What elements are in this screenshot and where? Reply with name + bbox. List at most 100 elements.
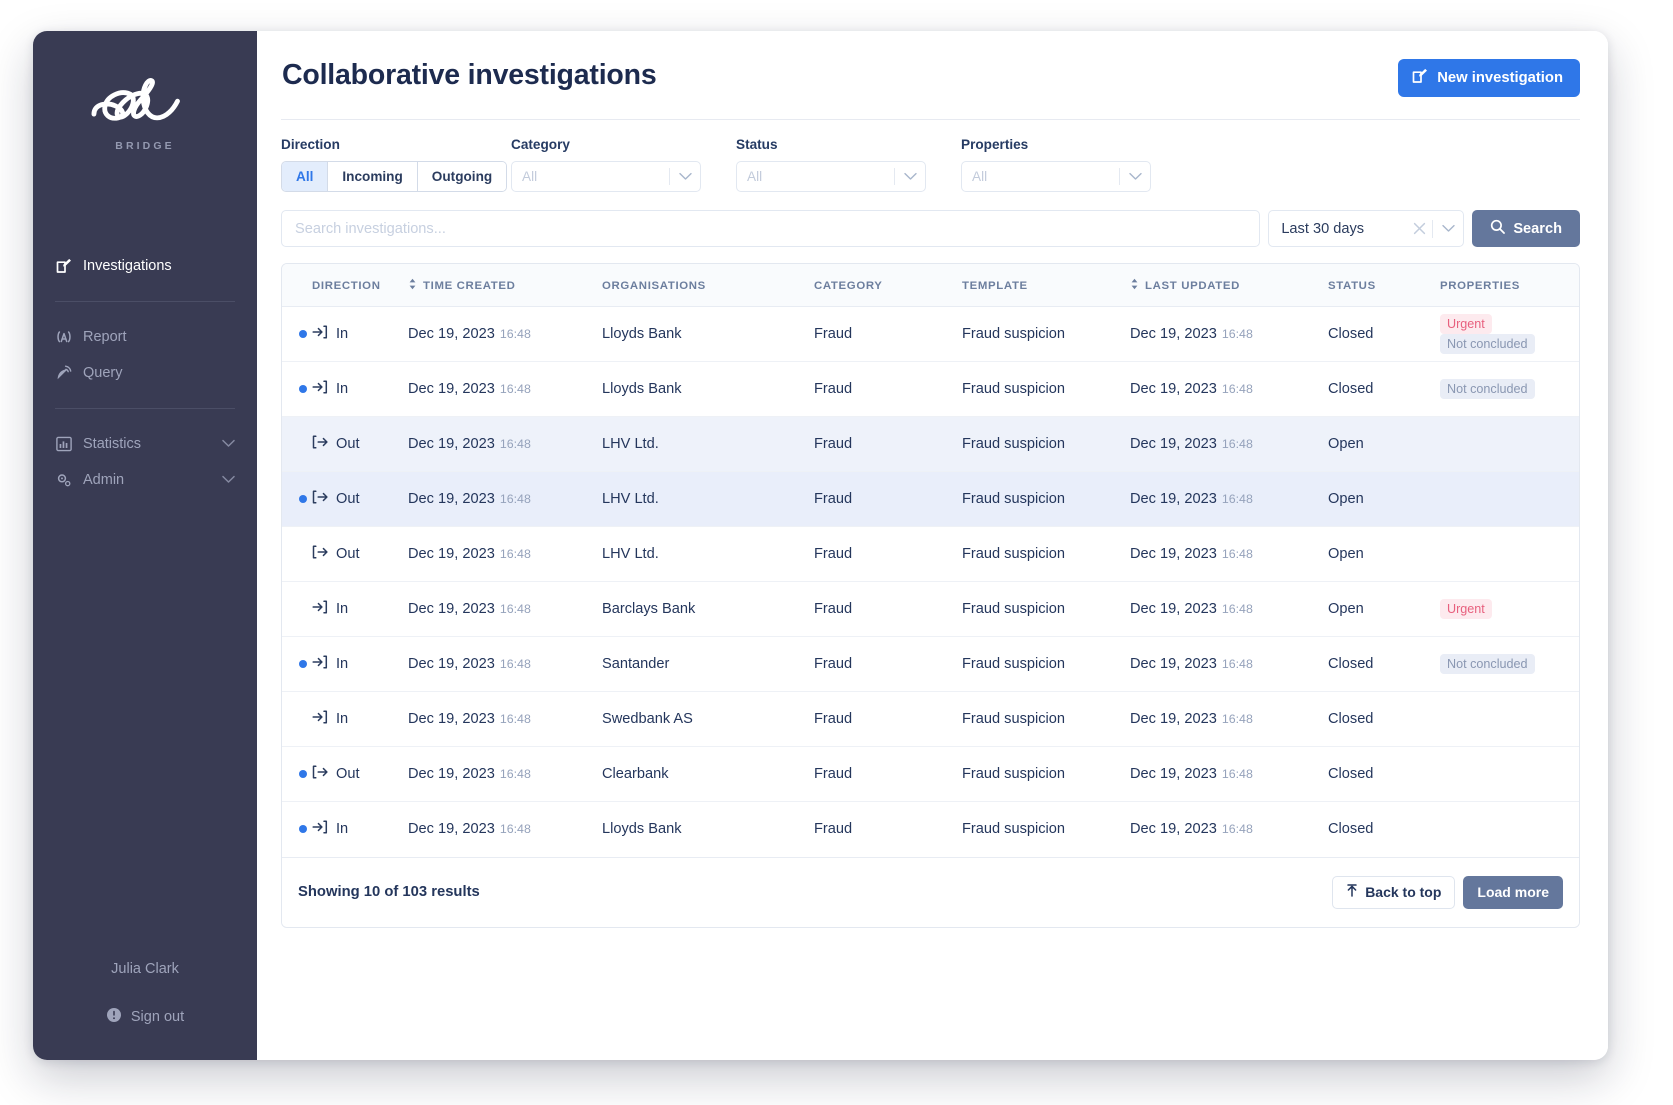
sidebar-item-report[interactable]: Report — [33, 319, 257, 355]
table-head: DIRECTION TIME CREATED ORGANISATIONS CAT… — [282, 264, 1579, 307]
cell-organisation: Lloyds Bank — [602, 361, 814, 417]
cell-direction: In — [312, 306, 408, 362]
cell-properties: Not concluded — [1440, 636, 1579, 692]
sidebar-footer: Julia Clark Sign out — [33, 961, 257, 1060]
page-header: Collaborative investigations New investi… — [281, 59, 1580, 120]
table-row[interactable]: In Dec 19, 2023 16:48 Lloyds Bank Fraud Fraud… — [282, 361, 1579, 417]
arrow-out-icon — [312, 489, 328, 509]
sidebar-item-label: Report — [83, 329, 127, 345]
status-select[interactable]: All — [736, 161, 926, 192]
cell-unread — [282, 581, 312, 637]
property-tag-urgent: Urgent — [1440, 599, 1492, 619]
cell-status: Closed — [1328, 691, 1440, 747]
search-input[interactable] — [281, 210, 1261, 247]
table-row[interactable]: Out Dec 19, 2023 16:48 LHV Ltd. Fraud Fraud s… — [282, 416, 1579, 472]
cell-category: Fraud — [814, 361, 962, 417]
date-text: Dec 19, 2023 — [1130, 546, 1217, 562]
direction-label: In — [336, 656, 349, 672]
category-select[interactable]: All — [511, 161, 701, 192]
col-last-updated[interactable]: LAST UPDATED — [1130, 264, 1328, 307]
cell-template: Fraud suspicion — [962, 526, 1130, 582]
arrow-in-icon — [312, 709, 328, 729]
sidebar-divider-2 — [55, 408, 235, 409]
direction-label: Out — [336, 766, 360, 782]
cell-time-created: Dec 19, 2023 16:48 — [408, 802, 602, 857]
cell-unread — [282, 526, 312, 582]
direction-label: Out — [336, 546, 360, 562]
col-time-created[interactable]: TIME CREATED — [408, 264, 602, 307]
sign-out-label: Sign out — [130, 1009, 185, 1025]
table-row[interactable]: In Dec 19, 2023 16:48 Lloyds Bank Fraud Fraud… — [282, 802, 1579, 857]
date-range-select[interactable]: Last 30 days — [1268, 210, 1465, 247]
date-text: Dec 19, 2023 — [408, 436, 495, 452]
direction-option-outgoing[interactable]: Outgoing — [417, 162, 507, 191]
direction-label: In — [336, 711, 349, 727]
properties-select[interactable]: All — [961, 161, 1151, 192]
search-button[interactable]: Search — [1472, 210, 1580, 247]
sign-out-button[interactable]: Sign out — [106, 1007, 184, 1027]
cell-time-created: Dec 19, 2023 16:48 — [408, 526, 602, 582]
chevron-down-icon — [1433, 224, 1463, 233]
time-text: 16:48 — [1221, 547, 1253, 561]
date-range-value: Last 30 days — [1281, 220, 1365, 237]
cell-properties — [1440, 691, 1579, 747]
direction-label: In — [336, 601, 349, 617]
time-text: 16:48 — [1221, 822, 1253, 837]
unread-dot-icon — [299, 660, 307, 668]
cell-properties: Not concluded — [1440, 361, 1579, 417]
arrow-in-icon — [312, 599, 328, 619]
date-text: Dec 19, 2023 — [408, 711, 495, 727]
sidebar-item-admin[interactable]: Admin — [33, 462, 257, 498]
sidebar-item-statistics[interactable]: Statistics — [33, 426, 257, 462]
date-text: Dec 19, 2023 — [1130, 436, 1217, 452]
user-name: Julia Clark — [111, 961, 179, 977]
table-row[interactable]: Out Dec 19, 2023 16:48 LHV Ltd. Fraud Fraud s… — [282, 471, 1579, 527]
cell-time-created: Dec 19, 2023 16:48 — [408, 471, 602, 527]
unread-dot-icon — [299, 770, 307, 778]
cell-status: Open — [1328, 471, 1440, 527]
date-text: Dec 19, 2023 — [408, 601, 495, 617]
gears-icon — [55, 472, 72, 489]
cell-direction: In — [312, 691, 408, 747]
cell-time-created: Dec 19, 2023 16:48 — [408, 581, 602, 637]
table-row[interactable]: In Dec 19, 2023 16:48 Santander Fraud Fraud s… — [282, 636, 1579, 692]
date-text: Dec 19, 2023 — [1130, 326, 1217, 342]
new-investigation-button[interactable]: New investigation — [1398, 59, 1580, 97]
load-more-button[interactable]: Load more — [1463, 875, 1563, 909]
sidebar-item-query[interactable]: Query — [33, 355, 257, 391]
cell-unread — [282, 471, 312, 527]
cell-properties — [1440, 526, 1579, 582]
arrow-in-icon — [312, 324, 328, 344]
cell-organisation: Clearbank — [602, 746, 814, 802]
col-template: TEMPLATE — [962, 264, 1130, 307]
sidebar-divider-1 — [55, 301, 235, 302]
table-row[interactable]: In Dec 19, 2023 16:48 Lloyds Bank Fraud Fraud… — [282, 306, 1579, 362]
cell-category: Fraud — [814, 746, 962, 802]
cell-unread — [282, 691, 312, 747]
cell-category: Fraud — [814, 581, 962, 637]
cell-category: Fraud — [814, 526, 962, 582]
cell-organisation: Barclays Bank — [602, 581, 814, 637]
cell-organisation: LHV Ltd. — [602, 526, 814, 582]
direction-option-all[interactable]: All — [282, 162, 329, 191]
broadcast-icon — [55, 329, 72, 346]
time-text: 16:48 — [499, 602, 531, 616]
cell-direction: Out — [312, 471, 408, 527]
col-category: CATEGORY — [814, 264, 962, 307]
table-row[interactable]: Out Dec 19, 2023 16:48 Clearbank Fraud Fraud … — [282, 746, 1579, 802]
cell-direction: Out — [312, 416, 408, 472]
sidebar-item-investigations[interactable]: Investigations — [33, 248, 257, 284]
clear-icon[interactable] — [1406, 222, 1432, 235]
direction-option-incoming[interactable]: Incoming — [328, 162, 418, 191]
table-row[interactable]: In Dec 19, 2023 16:48 Barclays Bank Fraud Fra… — [282, 581, 1579, 637]
cell-status: Open — [1328, 581, 1440, 637]
chevron-down-icon — [222, 469, 235, 491]
main-content: Collaborative investigations New investi… — [257, 31, 1608, 1060]
table-row[interactable]: Out Dec 19, 2023 16:48 LHV Ltd. Fraud Fraud s… — [282, 526, 1579, 582]
cell-template: Fraud suspicion — [962, 361, 1130, 417]
cell-unread — [282, 416, 312, 472]
back-to-top-button[interactable]: Back to top — [1332, 875, 1456, 909]
sidebar-item-label: Query — [83, 365, 123, 381]
table-row[interactable]: In Dec 19, 2023 16:48 Swedbank AS Fraud Fraud… — [282, 691, 1579, 747]
col-status: STATUS — [1328, 264, 1440, 307]
